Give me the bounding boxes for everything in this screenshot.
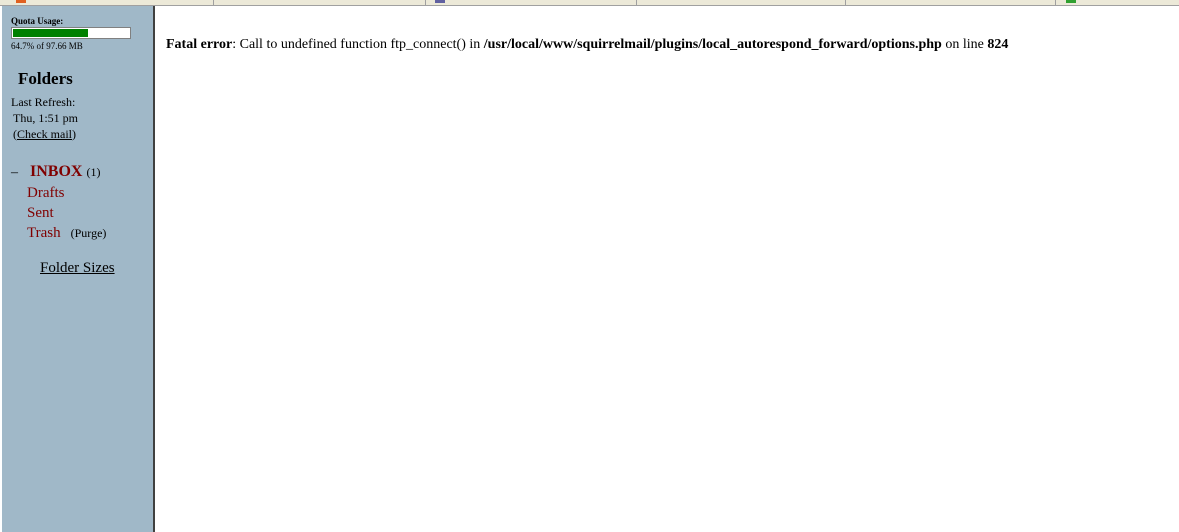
folder-link-sent[interactable]: Sent [27,205,54,221]
tab-favicon-icon [435,0,445,3]
tab-divider [845,0,846,5]
folder-item-trash: Trash (Purge) [27,224,106,242]
error-on-line-text: on line [941,37,988,52]
purge-trash-link[interactable]: (Purge) [71,226,107,240]
fatal-error-message: Fatal error: Call to undefined function … [166,37,1008,53]
last-refresh-time: Thu, 1:51 pm [13,111,78,125]
folders-heading: Folders [18,69,73,88]
folder-link-drafts[interactable]: Drafts [27,185,65,201]
quota-bar-fill [13,29,88,37]
folder-link-trash[interactable]: Trash [27,225,61,241]
check-mail-close-paren: ) [71,127,76,141]
error-prefix: Fatal error [166,37,233,52]
tab-favicon-icon [1066,0,1076,3]
folder-sidebar: Quota Usage: 64.7% of 97.66 MB Folders L… [2,6,153,532]
tab-divider [1055,0,1056,5]
error-text: : Call to undefined function ftp_connect… [232,37,484,52]
error-line-number: 824 [987,37,1009,52]
quota-bar [11,27,131,39]
quota-label: Quota Usage: [11,16,64,26]
collapse-toggle[interactable]: – [11,165,18,180]
folder-item-sent: Sent [27,204,54,222]
error-file-path: /usr/local/www/squirrelmail/plugins/loca… [483,37,942,52]
folder-item-drafts: Drafts [27,184,65,202]
tab-divider [213,0,214,5]
folder-sizes-link[interactable]: Folder Sizes [40,260,115,277]
folder-item-inbox: – INBOX (1) [11,163,100,181]
check-mail-link[interactable]: Check mail [17,127,72,141]
tab-divider [425,0,426,5]
check-mail-wrapper: (Check mail) [13,127,76,142]
last-refresh-label: Last Refresh: [11,95,76,109]
tab-divider [636,0,637,5]
inbox-unread-count: (1) [86,165,101,179]
quota-usage-text: 64.7% of 97.66 MB [11,41,83,51]
main-content-frame: Fatal error: Call to undefined function … [157,6,1179,532]
tab-favicon-icon [16,0,26,3]
folder-link-inbox[interactable]: INBOX [30,163,82,180]
